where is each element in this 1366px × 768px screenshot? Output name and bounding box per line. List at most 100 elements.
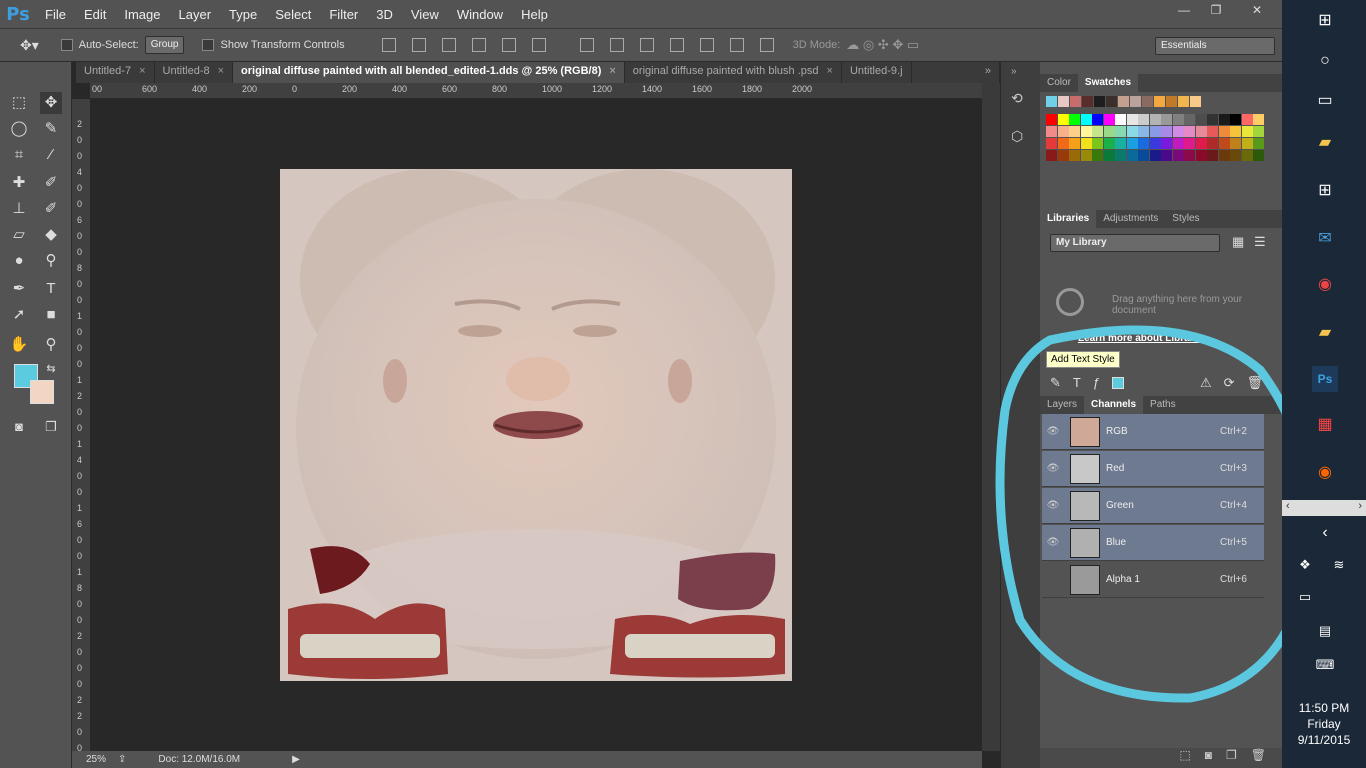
blur-tool-icon[interactable]: ● (8, 250, 30, 272)
swatch[interactable] (1253, 138, 1264, 149)
swatch[interactable] (1103, 114, 1115, 125)
swatch[interactable] (1218, 126, 1230, 137)
taskbar-scroll[interactable]: ‹ › (1282, 500, 1366, 516)
swatch[interactable] (1241, 126, 1253, 137)
channel-row[interactable]: Alpha 1 Ctrl+6 (1042, 562, 1264, 598)
swatch[interactable] (1253, 150, 1264, 161)
vertical-scrollbar[interactable] (982, 83, 1000, 751)
3d-panel-icon[interactable]: ⬡ (1011, 128, 1023, 145)
tab-untitled-9[interactable]: Untitled-9.j (842, 62, 912, 83)
swatch[interactable] (1142, 96, 1153, 107)
menu-layer[interactable]: Layer (170, 7, 221, 22)
distribute-hcenter-icon[interactable] (699, 38, 714, 52)
tabs-overflow-icon[interactable]: » (977, 62, 1000, 83)
swatch[interactable] (1057, 114, 1069, 125)
swatch[interactable] (1230, 114, 1241, 125)
folder-icon[interactable]: ▰ (1312, 320, 1338, 346)
swatch[interactable] (1138, 150, 1149, 161)
clone-stamp-icon[interactable]: ⊥ (8, 198, 30, 220)
tab-styles[interactable]: Styles (1165, 210, 1206, 228)
align-right-icon[interactable] (531, 38, 546, 52)
swatch[interactable] (1207, 126, 1218, 137)
swatch[interactable] (1092, 126, 1103, 137)
swatch[interactable] (1253, 114, 1264, 125)
swatch[interactable] (1046, 96, 1057, 107)
wifi-icon[interactable]: ≋ (1326, 552, 1352, 578)
swatch[interactable] (1172, 150, 1184, 161)
swatch[interactable] (1218, 138, 1230, 149)
swatch[interactable] (1241, 150, 1253, 161)
swatch[interactable] (1218, 114, 1230, 125)
swatch[interactable] (1103, 126, 1115, 137)
tab-diffuse-blended[interactable]: original diffuse painted with all blende… (233, 62, 625, 83)
visibility-eye-icon[interactable]: 👁 (1042, 463, 1064, 474)
swatch[interactable] (1058, 96, 1069, 107)
tab-color[interactable]: Color (1040, 74, 1078, 92)
file-explorer-icon[interactable]: ▰ (1312, 130, 1338, 156)
healing-brush-icon[interactable]: ✚ (8, 172, 30, 194)
align-vcenter-icon[interactable] (411, 38, 426, 52)
swatch[interactable] (1092, 150, 1103, 161)
swatch[interactable] (1106, 96, 1117, 107)
channel-row[interactable]: 👁 Red Ctrl+3 (1042, 451, 1264, 487)
swatch[interactable] (1172, 138, 1184, 149)
align-hcenter-icon[interactable] (501, 38, 516, 52)
trash-icon[interactable]: 🗑 (1247, 375, 1264, 391)
rectangle-tool-icon[interactable]: ■ (40, 304, 62, 326)
menu-3d[interactable]: 3D (367, 7, 402, 22)
restore-button[interactable]: ❐ (1200, 0, 1232, 20)
action-center-icon[interactable]: ▤ (1312, 618, 1338, 644)
swatch[interactable] (1166, 96, 1177, 107)
swatch[interactable] (1184, 138, 1195, 149)
add-color-icon[interactable] (1112, 377, 1125, 389)
swatch[interactable] (1046, 126, 1057, 137)
menu-file[interactable]: File (36, 7, 75, 22)
swatch[interactable] (1218, 150, 1230, 161)
auto-align-icon[interactable] (759, 38, 774, 52)
battery-icon[interactable]: ▭ (1292, 584, 1318, 610)
swatch[interactable] (1103, 150, 1115, 161)
swatch[interactable] (1161, 126, 1172, 137)
swatch[interactable] (1057, 126, 1069, 137)
swatch[interactable] (1115, 126, 1126, 137)
eyedropper-icon[interactable]: ⁄ (40, 144, 62, 166)
tab-diffuse-blush[interactable]: original diffuse painted with blush .psd… (625, 62, 842, 83)
swatch[interactable] (1092, 114, 1103, 125)
cortana-icon[interactable]: ○ (1312, 48, 1338, 74)
swatch[interactable] (1138, 138, 1149, 149)
swatch[interactable] (1126, 150, 1138, 161)
swatch[interactable] (1149, 138, 1161, 149)
swatch[interactable] (1207, 150, 1218, 161)
swatch[interactable] (1184, 114, 1195, 125)
chevron-left-icon[interactable]: ‹ (1312, 520, 1338, 546)
screen-mode-icon[interactable]: ❐ (40, 416, 62, 438)
swatch[interactable] (1069, 138, 1080, 149)
swatch[interactable] (1057, 138, 1069, 149)
swatch[interactable] (1138, 126, 1149, 137)
swatch[interactable] (1138, 114, 1149, 125)
chrome-icon[interactable]: ◉ (1312, 272, 1338, 298)
add-text-style-icon[interactable]: T (1073, 375, 1081, 391)
library-dropdown[interactable]: My Library (1050, 234, 1220, 252)
paint-bucket-icon[interactable]: ◆ (40, 224, 62, 246)
swatch[interactable] (1230, 126, 1241, 137)
thunderbird-icon[interactable]: ✉ (1312, 226, 1338, 252)
swatch[interactable] (1115, 150, 1126, 161)
add-graphic-icon[interactable]: ✎ (1050, 375, 1061, 391)
channel-row[interactable]: 👁 RGB Ctrl+2 (1042, 414, 1264, 450)
swatch[interactable] (1195, 138, 1207, 149)
swatch[interactable] (1092, 138, 1103, 149)
swatch[interactable] (1149, 126, 1161, 137)
grid-view-icon[interactable]: ▦ (1232, 234, 1244, 250)
tab-untitled-8[interactable]: Untitled-8 × (155, 62, 234, 83)
save-selection-icon[interactable]: ◙ (1205, 748, 1212, 768)
swatch[interactable] (1161, 150, 1172, 161)
visibility-eye-icon[interactable]: 👁 (1042, 426, 1064, 437)
swatch[interactable] (1080, 150, 1092, 161)
tab-swatches[interactable]: Swatches (1077, 74, 1139, 92)
swatch[interactable] (1230, 138, 1241, 149)
swatch[interactable] (1126, 114, 1138, 125)
export-icon[interactable]: ⇪ (118, 754, 126, 765)
move-tool-icon[interactable]: ✥▾ (20, 37, 39, 54)
workspace-dropdown[interactable]: Essentials (1155, 37, 1275, 55)
